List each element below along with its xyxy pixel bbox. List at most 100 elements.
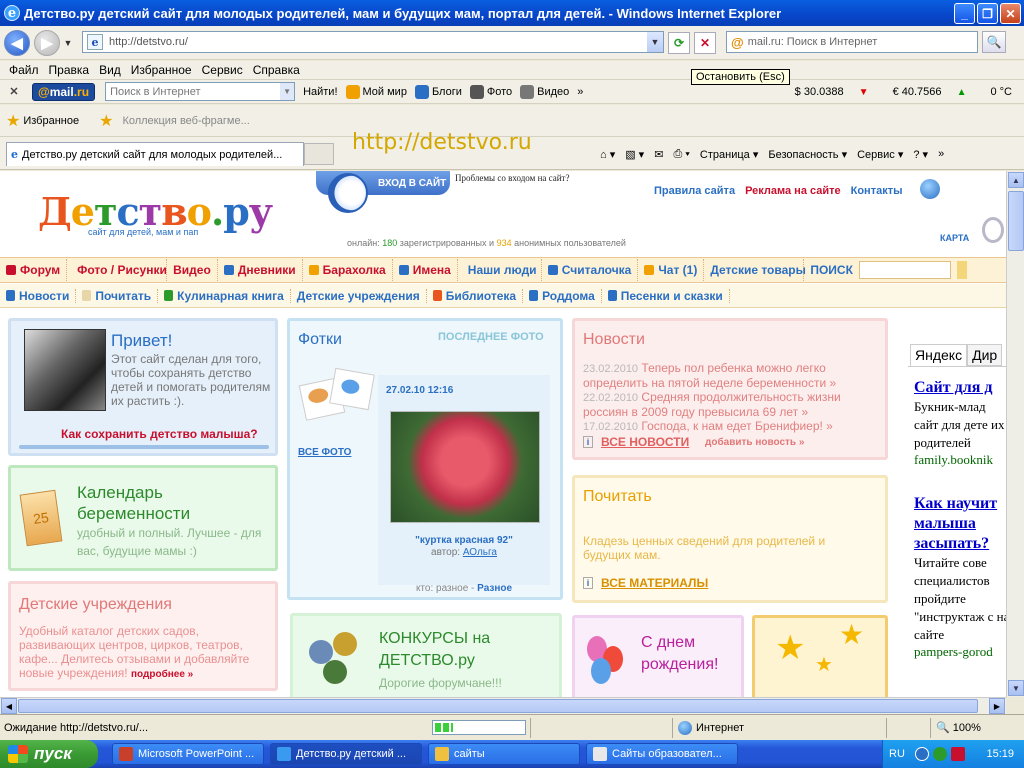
close-toolbar-icon[interactable]: ✕ [4,85,24,98]
video-button[interactable]: Видео [520,84,569,99]
feeds-icon[interactable]: ▧ ▾ [625,148,644,161]
task-folder[interactable]: сайты [428,743,580,765]
advert-link[interactable]: Реклама на сайте [745,185,841,197]
nav-kids-goods[interactable]: Детские товары [704,259,806,281]
all-materials-link[interactable]: i ВСЕ МАТЕРИАЛЫ [583,576,708,590]
news-title[interactable]: Новости [583,331,645,349]
menu-help[interactable]: Справка [253,63,300,77]
start-button[interactable]: пуск [0,740,98,768]
search-input[interactable]: @ mail.ru: Поиск в Интернет [726,31,978,53]
tab-detstvo[interactable]: e Детство.ру детский сайт для молодых ро… [6,142,304,166]
birthday-title[interactable]: С днем рождения! [641,632,741,676]
find-button[interactable]: Найти! [303,86,337,98]
news-item[interactable]: 17.02.2010 Господа, к нам едет Бренифиер… [583,419,883,434]
maximize-button[interactable]: ❐ [977,3,998,24]
site-search-input[interactable] [858,261,951,279]
add-news-link[interactable]: добавить новость » [705,437,804,448]
mail-icon[interactable]: ✉ [654,148,663,161]
nav-maternity[interactable]: Роддома [523,288,602,303]
tray-arrow-icon[interactable] [914,747,929,761]
all-news-link[interactable]: i ВСЕ НОВОСТИ [583,435,689,449]
print-icon[interactable]: ⎙ ▾ [673,148,689,161]
task-document[interactable]: Сайты образовател... [586,743,738,765]
read-title[interactable]: Почитать [583,488,652,506]
news-item[interactable]: 22.02.2010 Средняя продолжительность жиз… [583,390,883,419]
photo-caption[interactable]: "куртка красная 92" [378,535,550,546]
cmdbar-more-icon[interactable]: » [938,148,944,160]
back-button[interactable]: ◀ [4,29,30,56]
nav-forum[interactable]: Форум [0,259,68,281]
menu-edit[interactable]: Правка [49,63,90,77]
site-search-button[interactable] [956,261,967,279]
security-menu[interactable]: Безопасность ▾ [768,148,847,161]
favorites-button[interactable]: Избранное [23,115,79,127]
ad-url[interactable]: family.booknik [914,452,1006,468]
scroll-right-icon[interactable]: ▶ [989,698,1005,714]
ad-headline[interactable]: Как научит малыша засыпать? [914,494,1006,554]
webslice-gallery[interactable]: Коллекция веб-фрагме... [122,115,249,127]
history-dropdown-icon[interactable]: ▼ [62,38,74,48]
photo-author-link[interactable]: АОльга [463,547,497,558]
help-icon[interactable]: ? ▾ [913,148,928,161]
menu-file[interactable]: Файл [9,63,39,77]
favorites-star-icon[interactable]: ★ [6,111,20,131]
tab-yandex[interactable]: Яндекс [910,344,968,366]
nav-names[interactable]: Имена [393,259,458,281]
forward-button[interactable]: ▶ [34,29,60,56]
nav-library[interactable]: Библиотека [427,288,524,303]
tools-menu[interactable]: Сервис ▾ [857,148,903,161]
task-ie[interactable]: Детство.ру детский ... [270,743,422,765]
mailru-search-input[interactable]: Поиск в Интернет ▼ [105,82,296,101]
address-dropdown-icon[interactable]: ▼ [647,32,663,52]
institutions-title[interactable]: Детские учреждения [19,596,172,614]
globe-icon[interactable] [920,179,940,199]
blogs-button[interactable]: Блоги [414,84,462,99]
mailru-search-dropdown-icon[interactable]: ▼ [280,83,295,100]
nav-chat[interactable]: Чат (1) [638,259,705,281]
add-favorites-icon[interactable]: ★ [99,111,113,131]
nav-diaries[interactable]: Дневники [218,259,303,281]
mymir-button[interactable]: Мой мир [345,84,407,99]
contacts-link[interactable]: Контакты [851,185,903,197]
scroll-up-icon[interactable]: ▲ [1008,172,1024,188]
login-problems-link[interactable]: Проблемы со входом на сайт? [455,173,569,183]
nav-video[interactable]: Видео [167,259,218,281]
news-item[interactable]: 23.02.2010 Теперь пол ребенка можно легк… [583,361,883,390]
photos-title[interactable]: Фотки [298,331,342,349]
rules-link[interactable]: Правила сайта [654,185,735,197]
vertical-scrollbar[interactable]: ▲ ▼ [1006,171,1024,697]
close-button[interactable]: ✕ [1000,3,1021,24]
hscroll-thumb[interactable] [18,699,978,713]
stop-button[interactable]: ✕ [694,32,716,54]
tray-antivirus-icon[interactable] [950,747,965,761]
nav-counter[interactable]: Считалочка [542,259,639,281]
tray-network-icon[interactable] [932,747,947,761]
nav-news[interactable]: Новости [0,288,77,303]
horizontal-scrollbar[interactable]: ◀ ▶ [0,697,1006,714]
address-bar[interactable]: e http://detstvo.ru/ ▼ [82,31,664,53]
nav-our-people[interactable]: Наши люди [458,259,542,281]
nav-institutions[interactable]: Детские учреждения [291,288,427,303]
scroll-thumb[interactable] [1008,191,1024,251]
nav-songs[interactable]: Песенки и сказки [602,288,730,303]
zoom-level[interactable]: 🔍 100% [936,721,981,734]
tab-direct[interactable]: Дир [967,344,1003,366]
security-zone[interactable]: Интернет [678,721,744,735]
scroll-down-icon[interactable]: ▼ [1008,680,1024,696]
mailru-logo[interactable]: @mail.ru [32,82,96,101]
calendar-title[interactable]: Календарь беременности [77,482,257,524]
last-photo-image[interactable] [390,411,540,523]
menu-view[interactable]: Вид [99,63,121,77]
nav-flea-market[interactable]: Барахолка [303,259,393,281]
refresh-button[interactable]: ⟳ [668,32,690,54]
menu-favorites[interactable]: Избранное [131,63,192,77]
language-indicator[interactable]: RU [889,748,905,760]
search-button[interactable]: 🔍 [982,31,1006,53]
nav-cookbook[interactable]: Кулинарная книга [158,288,291,303]
photo-category-link[interactable]: Разное [477,583,512,594]
photo-button[interactable]: Фото [469,84,512,99]
page-menu[interactable]: Страница ▾ [700,148,758,161]
home-icon[interactable]: ⌂ ▾ [600,148,615,161]
menu-tools[interactable]: Сервис [202,63,243,77]
contest-title[interactable]: КОНКУРСЫ на ДЕТСТВО.ру [379,628,559,672]
